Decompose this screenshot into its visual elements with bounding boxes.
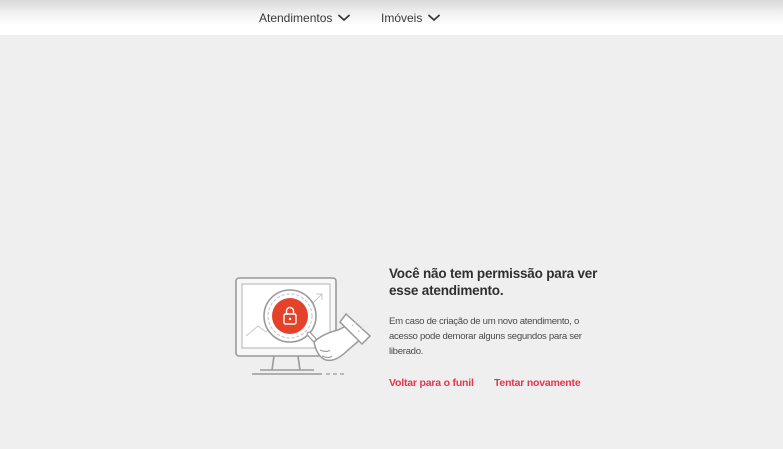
- no-permission-illustration-icon: [230, 270, 375, 385]
- nav-menu-atendimentos[interactable]: Atendimentos: [259, 9, 351, 27]
- nav-menu-imoveis-label: Imóveis: [381, 11, 423, 25]
- retry-link[interactable]: Tentar novamente: [494, 377, 581, 389]
- top-navigation-bar: Atendimentos Imóveis: [0, 0, 783, 35]
- chevron-down-icon: [428, 14, 441, 22]
- chevron-down-icon: [338, 14, 351, 22]
- permission-denied-title: Você não tem permissão para ver esse ate…: [389, 266, 598, 298]
- back-to-funnel-link[interactable]: Voltar para o funil: [389, 377, 474, 389]
- nav-menu-atendimentos-label: Atendimentos: [259, 11, 333, 25]
- permission-denied-description: Em caso de criação de um novo atendiment…: [389, 316, 582, 357]
- nav-menu-imoveis[interactable]: Imóveis: [381, 9, 441, 27]
